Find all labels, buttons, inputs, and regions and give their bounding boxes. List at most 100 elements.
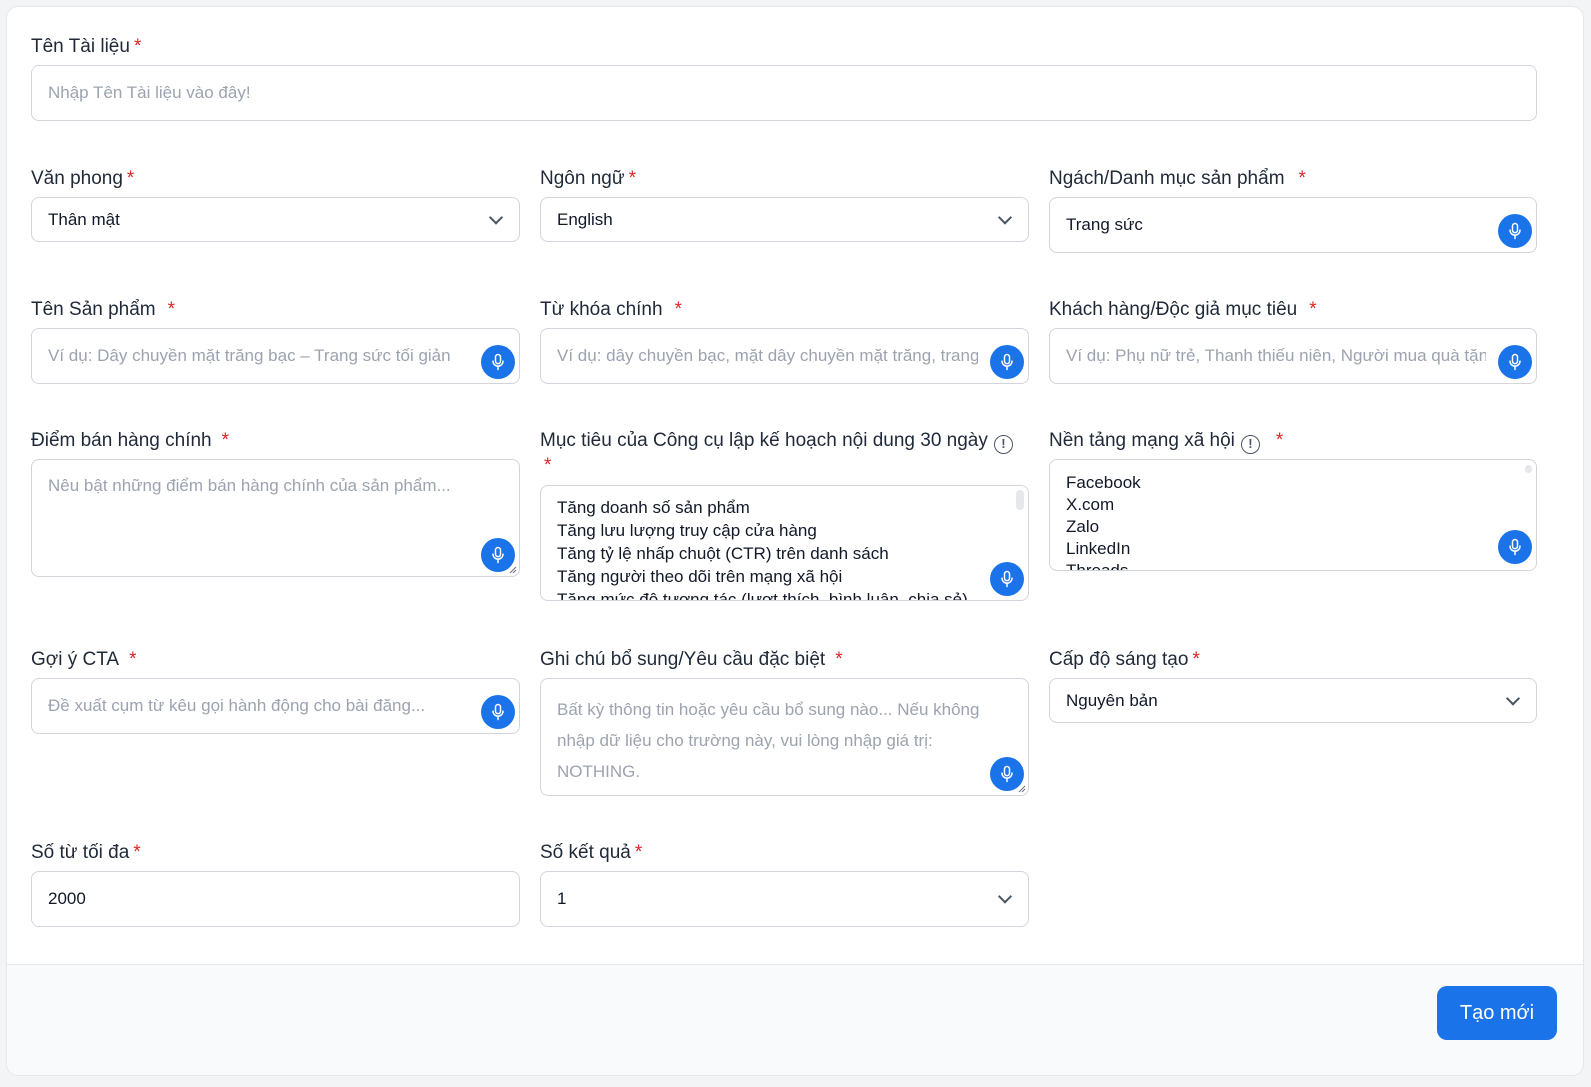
- results-value: 1: [557, 889, 567, 908]
- create-new-button[interactable]: Tạo mới: [1437, 986, 1557, 1040]
- results-label-text: Số kết quả: [540, 842, 631, 863]
- selling-points-label: Điểm bán hàng chính *: [31, 430, 229, 452]
- resize-handle-icon[interactable]: [507, 564, 517, 574]
- chevron-down-icon: [1505, 690, 1521, 706]
- product-name-label: Tên Sản phẩm *: [31, 299, 175, 321]
- creativity-value: Nguyên bản: [1066, 690, 1158, 710]
- doc-name-label: Tên Tài liệu *: [31, 36, 141, 58]
- platforms-option[interactable]: Zalo: [1066, 516, 1141, 538]
- field-audience: Khách hàng/Độc giả mục tiêu * Ví dụ: Phụ …: [1049, 296, 1537, 386]
- platforms-label-text: Nền tảng mạng xã hội: [1049, 430, 1235, 451]
- goals-option[interactable]: Tăng tỷ lệ nhấp chuột (CTR) trên danh sá…: [557, 542, 968, 565]
- platforms-multiselect[interactable]: Facebook X.com Zalo LinkedIn Threads: [1049, 459, 1537, 571]
- language-select[interactable]: English: [540, 197, 1029, 242]
- notes-placeholder: Bất kỳ thông tin hoặc yêu cầu bổ sung nà…: [557, 694, 988, 787]
- field-creativity: Cấp độ sáng tạo * Nguyên bản: [1049, 646, 1537, 730]
- cta-input[interactable]: Đề xuất cụm từ kêu gọi hành động cho bài…: [31, 678, 520, 734]
- field-selling-points: Điểm bán hàng chính * Nêu bật những điểm …: [31, 427, 520, 577]
- field-results: Số kết quả * 1: [540, 839, 1029, 929]
- goals-multiselect[interactable]: Tăng doanh số sản phẩm Tăng lưu lượng tr…: [540, 485, 1029, 601]
- notes-placeholder-line: Bất kỳ thông tin hoặc yêu cầu bổ sung nà…: [557, 700, 980, 719]
- language-label: Ngôn ngữ *: [540, 168, 636, 190]
- required-mark: *: [1192, 649, 1200, 670]
- notes-textarea[interactable]: Bất kỳ thông tin hoặc yêu cầu bổ sung nà…: [540, 678, 1029, 796]
- info-icon[interactable]: !: [1240, 435, 1260, 454]
- goals-option[interactable]: Tăng mức độ tương tác (lượt thích, bình …: [557, 588, 968, 600]
- platforms-option[interactable]: LinkedIn: [1066, 538, 1141, 560]
- scrollbar[interactable]: [1016, 490, 1024, 510]
- product-name-placeholder: Ví dụ: Dây chuyền mặt trăng bạc – Trang …: [48, 346, 451, 365]
- microphone-icon[interactable]: [1498, 214, 1532, 248]
- creativity-label: Cấp độ sáng tạo *: [1049, 649, 1200, 671]
- field-max-words: Số từ tối đa * 2000: [31, 839, 520, 929]
- max-words-label: Số từ tối đa *: [31, 842, 141, 864]
- microphone-icon[interactable]: [481, 695, 515, 729]
- style-label: Văn phong *: [31, 168, 134, 190]
- niche-label-text: Ngách/Danh mục sản phẩm: [1049, 168, 1285, 189]
- required-mark: *: [133, 36, 142, 57]
- microphone-icon[interactable]: [990, 345, 1024, 379]
- creativity-select[interactable]: Nguyên bản: [1049, 678, 1537, 723]
- required-mark: *: [1275, 430, 1284, 451]
- notes-label: Ghi chú bổ sung/Yêu cầu đặc biệt *: [540, 649, 843, 671]
- resize-handle-icon[interactable]: [1016, 783, 1026, 793]
- style-label-text: Văn phong: [31, 168, 123, 189]
- max-words-input[interactable]: 2000: [31, 871, 520, 927]
- chevron-down-icon: [997, 209, 1013, 225]
- required-mark: *: [126, 168, 135, 189]
- language-value: English: [557, 209, 613, 229]
- microphone-icon[interactable]: [990, 562, 1024, 596]
- form-card: Tên Tài liệu * Nhập Tên Tài liệu vào đây!…: [6, 6, 1584, 1076]
- goals-option[interactable]: Tăng lưu lượng truy cập cửa hàng: [557, 519, 968, 542]
- goals-option[interactable]: Tăng doanh số sản phẩm: [557, 496, 968, 519]
- required-mark: *: [167, 299, 176, 320]
- notes-placeholder-line: nhập dữ liệu cho trường này, vui lòng nh…: [557, 731, 933, 750]
- field-notes: Ghi chú bổ sung/Yêu cầu đặc biệt * Bất kỳ…: [540, 646, 1029, 796]
- field-style: Văn phong * Thân mật: [31, 165, 520, 249]
- platforms-option[interactable]: X.com: [1066, 494, 1141, 516]
- field-doc-name: Tên Tài liệu * Nhập Tên Tài liệu vào đây!: [31, 33, 1537, 123]
- selling-points-label-text: Điểm bán hàng chính: [31, 430, 212, 451]
- keywords-label: Từ khóa chính *: [540, 299, 682, 321]
- keywords-input[interactable]: Ví dụ: dây chuyền bạc, mặt dây chuyền mặ…: [540, 328, 1029, 384]
- doc-name-input[interactable]: Nhập Tên Tài liệu vào đây!: [31, 65, 1537, 121]
- microphone-icon[interactable]: [481, 345, 515, 379]
- cta-label-text: Gợi ý CTA: [31, 649, 120, 670]
- platforms-option[interactable]: Threads: [1066, 560, 1141, 570]
- field-keywords: Từ khóa chính * Ví dụ: dây chuyền bạc, mặ…: [540, 296, 1029, 386]
- cta-label: Gợi ý CTA *: [31, 649, 137, 671]
- selling-points-textarea[interactable]: Nêu bật những điểm bán hàng chính của sả…: [31, 459, 520, 577]
- required-mark: *: [544, 455, 552, 476]
- chevron-down-icon: [997, 889, 1013, 904]
- required-mark: *: [1298, 168, 1306, 189]
- max-words-label-text: Số từ tối đa: [31, 842, 130, 863]
- creativity-label-text: Cấp độ sáng tạo: [1049, 649, 1189, 670]
- goals-required-mark: *: [540, 455, 551, 477]
- required-mark: *: [1309, 299, 1317, 320]
- platforms-label: Nền tảng mạng xã hội! *: [1049, 430, 1283, 454]
- field-cta: Gợi ý CTA * Đề xuất cụm từ kêu gọi hành đ…: [31, 646, 520, 736]
- goals-option[interactable]: Tăng người theo dõi trên mạng xã hội: [557, 565, 968, 588]
- platforms-option[interactable]: Facebook: [1066, 472, 1141, 494]
- info-icon[interactable]: !: [993, 435, 1013, 454]
- product-name-input[interactable]: Ví dụ: Dây chuyền mặt trăng bạc – Trang …: [31, 328, 520, 384]
- microphone-icon[interactable]: [1498, 345, 1532, 379]
- style-value: Thân mật: [48, 209, 120, 229]
- audience-input[interactable]: Ví dụ: Phụ nữ trẻ, Thanh thiếu niên, Ngư…: [1049, 328, 1537, 384]
- keywords-placeholder: Ví dụ: dây chuyền bạc, mặt dây chuyền mặ…: [557, 346, 978, 365]
- results-select[interactable]: 1: [540, 871, 1029, 927]
- style-select[interactable]: Thân mật: [31, 197, 520, 242]
- audience-placeholder: Ví dụ: Phụ nữ trẻ, Thanh thiếu niên, Ngư…: [1066, 346, 1486, 365]
- field-niche: Ngách/Danh mục sản phẩm * Trang sức: [1049, 165, 1537, 255]
- required-mark: *: [634, 842, 643, 863]
- microphone-icon[interactable]: [1498, 530, 1532, 564]
- field-product-name: Tên Sản phẩm * Ví dụ: Dây chuyền mặt trăn…: [31, 296, 520, 386]
- language-label-text: Ngôn ngữ: [540, 168, 625, 189]
- scrollbar[interactable]: [1525, 465, 1532, 473]
- cta-placeholder: Đề xuất cụm từ kêu gọi hành động cho bài…: [48, 696, 426, 715]
- form-footer: Tạo mới: [7, 964, 1583, 1075]
- goals-options: Tăng doanh số sản phẩm Tăng lưu lượng tr…: [557, 496, 968, 600]
- niche-input[interactable]: Trang sức: [1049, 197, 1537, 253]
- required-mark: *: [628, 168, 636, 189]
- product-name-label-text: Tên Sản phẩm: [31, 299, 156, 320]
